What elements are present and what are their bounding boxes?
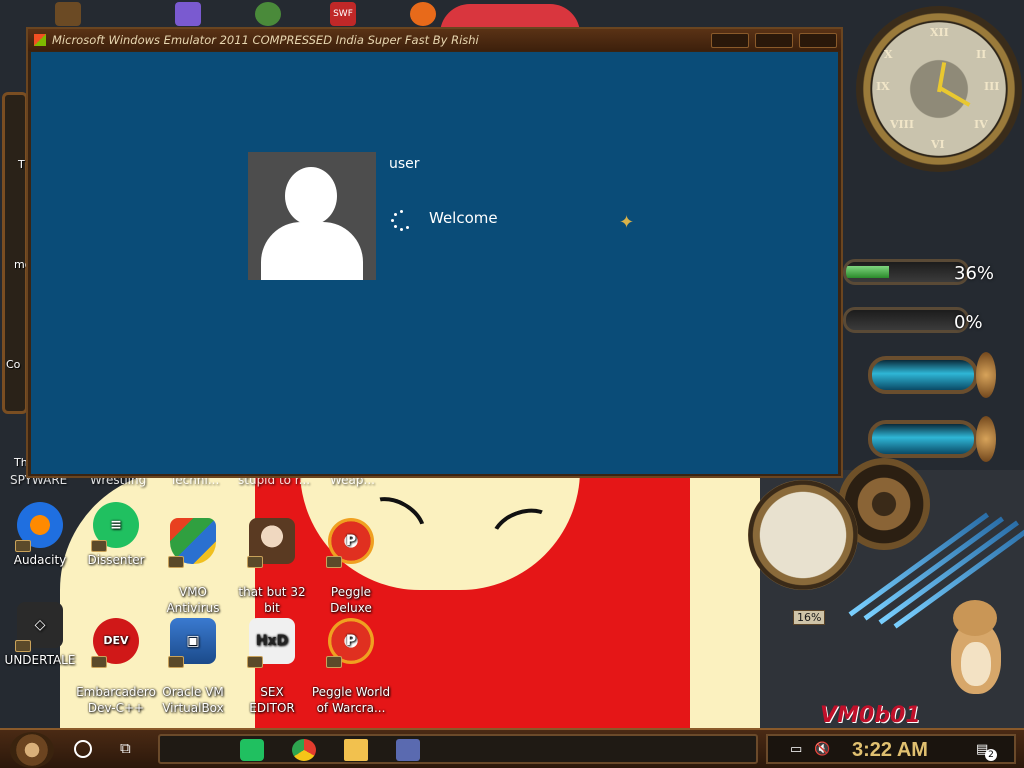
portrait-icon bbox=[247, 518, 295, 568]
desktop-icon-label: SEX EDITOR bbox=[249, 685, 295, 715]
windows-logo-icon bbox=[34, 34, 46, 46]
notification-count-badge: 2 bbox=[985, 749, 997, 761]
clock-numeral: VI bbox=[931, 138, 945, 151]
network-icon[interactable]: ▭ bbox=[790, 742, 802, 757]
firefox-icon[interactable] bbox=[410, 2, 436, 26]
task-view-icon[interactable]: ⧉ bbox=[120, 739, 140, 757]
maximize-button[interactable] bbox=[755, 33, 793, 48]
clock-numeral: XII bbox=[930, 26, 949, 39]
loading-spinner-icon bbox=[391, 210, 413, 232]
hxd-icon: HxD bbox=[247, 618, 295, 668]
cpu-meter-fill bbox=[846, 266, 890, 278]
rail-label-1: T bbox=[18, 158, 25, 171]
desktop-icon-label: UNDERTALE bbox=[4, 653, 76, 667]
desktop-icon-dev-cpp[interactable]: DEV Embarcadero Dev-C++ bbox=[76, 602, 156, 732]
gadget-icon bbox=[55, 2, 81, 26]
rail-label-3: Co bbox=[6, 358, 21, 371]
tube-cap bbox=[976, 352, 996, 398]
clock-numeral: II bbox=[976, 48, 987, 61]
dissenter-icon: ≡ bbox=[91, 502, 139, 552]
emulator-window[interactable]: Microsoft Windows Emulator 2011 COMPRESS… bbox=[26, 27, 843, 478]
tube-cap bbox=[976, 416, 996, 462]
desktop-icon-virtualbox[interactable]: ▣ Oracle VM VirtualBox bbox=[153, 602, 233, 732]
network-tube-gadget bbox=[868, 356, 978, 394]
peggle-icon: P bbox=[326, 618, 374, 668]
taskbar-app-strip bbox=[158, 734, 758, 764]
avatar-head-icon bbox=[285, 167, 337, 225]
clock-numeral: X bbox=[884, 48, 893, 61]
memory-meter-label: 0% bbox=[954, 312, 983, 333]
desktop-icon-dissenter[interactable]: ≡ Dissenter bbox=[76, 502, 156, 568]
login-username: user bbox=[389, 156, 420, 172]
unity-icon: ◇ bbox=[15, 602, 63, 652]
desktop-icon-label: Embarcadero Dev-C++ bbox=[76, 685, 156, 715]
desktop-icon-undertale[interactable]: ◇ UNDERTALE bbox=[0, 602, 80, 668]
swf-file-icon[interactable]: SWF bbox=[330, 2, 356, 26]
file-explorer-icon[interactable] bbox=[344, 739, 368, 761]
desktop-icon-label: Dissenter bbox=[87, 553, 145, 567]
avatar-body-icon bbox=[261, 222, 363, 280]
desktop-icon-peggle-warcraft[interactable]: P Peggle World of Warcra... bbox=[311, 602, 391, 732]
clock-numeral: IV bbox=[974, 118, 988, 131]
close-button[interactable] bbox=[799, 33, 837, 48]
memory-meter-bar bbox=[843, 307, 969, 333]
shield-icon bbox=[168, 518, 216, 568]
window-titlebar[interactable]: Microsoft Windows Emulator 2011 COMPRESS… bbox=[28, 29, 841, 51]
dev-cpp-icon: DEV bbox=[91, 618, 139, 668]
minimize-button[interactable] bbox=[711, 33, 749, 48]
spotify-icon[interactable] bbox=[240, 739, 264, 761]
visual-studio-icon[interactable] bbox=[175, 2, 201, 26]
busy-cursor-icon: ✦ bbox=[619, 212, 635, 233]
chrome-icon[interactable] bbox=[292, 739, 316, 761]
desktop-icon-label: Peggle World of Warcra... bbox=[311, 685, 391, 715]
login-status-text: Welcome bbox=[429, 209, 498, 227]
hamster-gadget[interactable] bbox=[945, 598, 1005, 698]
window-title: Microsoft Windows Emulator 2011 COMPRESS… bbox=[52, 33, 479, 47]
desktop-icon-label: Oracle VM VirtualBox bbox=[162, 685, 224, 715]
network-tube-gadget bbox=[868, 420, 978, 458]
virtualbox-icon: ▣ bbox=[168, 618, 216, 668]
virtualbox-icon[interactable] bbox=[396, 739, 420, 761]
start-button[interactable] bbox=[10, 732, 54, 768]
cortana-search-icon[interactable] bbox=[74, 740, 92, 758]
desktop-icon-audacity[interactable]: Audacity bbox=[0, 502, 80, 568]
clock-numeral: IX bbox=[876, 80, 890, 93]
user-avatar bbox=[248, 152, 376, 280]
tree-icon[interactable] bbox=[255, 2, 281, 26]
audacity-icon bbox=[15, 502, 63, 552]
vm-logo: VM0b01 bbox=[820, 703, 921, 728]
taskbar: ⧉ ▭ 🔇 3:22 AM ▤ 2 bbox=[0, 728, 1024, 768]
taskbar-clock[interactable]: 3:22 AM bbox=[852, 739, 928, 762]
system-tray: ▭ 🔇 3:22 AM ▤ 2 bbox=[766, 734, 1016, 764]
window-controls bbox=[711, 33, 837, 48]
peggle-icon: P bbox=[326, 518, 374, 568]
top-desktop-strip: SWF bbox=[0, 0, 860, 34]
gauge-percent-label: 16% bbox=[793, 610, 826, 625]
volume-muted-icon[interactable]: 🔇 bbox=[814, 742, 830, 757]
login-screen: user Welcome ✦ bbox=[31, 52, 838, 474]
clock-numeral: III bbox=[984, 80, 1000, 93]
desktop-icon-hex-editor[interactable]: HxD SEX EDITOR bbox=[232, 602, 312, 732]
clock-numeral: VIII bbox=[890, 118, 914, 131]
desktop-icon-label: Audacity bbox=[13, 553, 67, 567]
cpu-meter-label: 36% bbox=[954, 263, 995, 284]
cpu-meter-bar bbox=[843, 259, 969, 285]
